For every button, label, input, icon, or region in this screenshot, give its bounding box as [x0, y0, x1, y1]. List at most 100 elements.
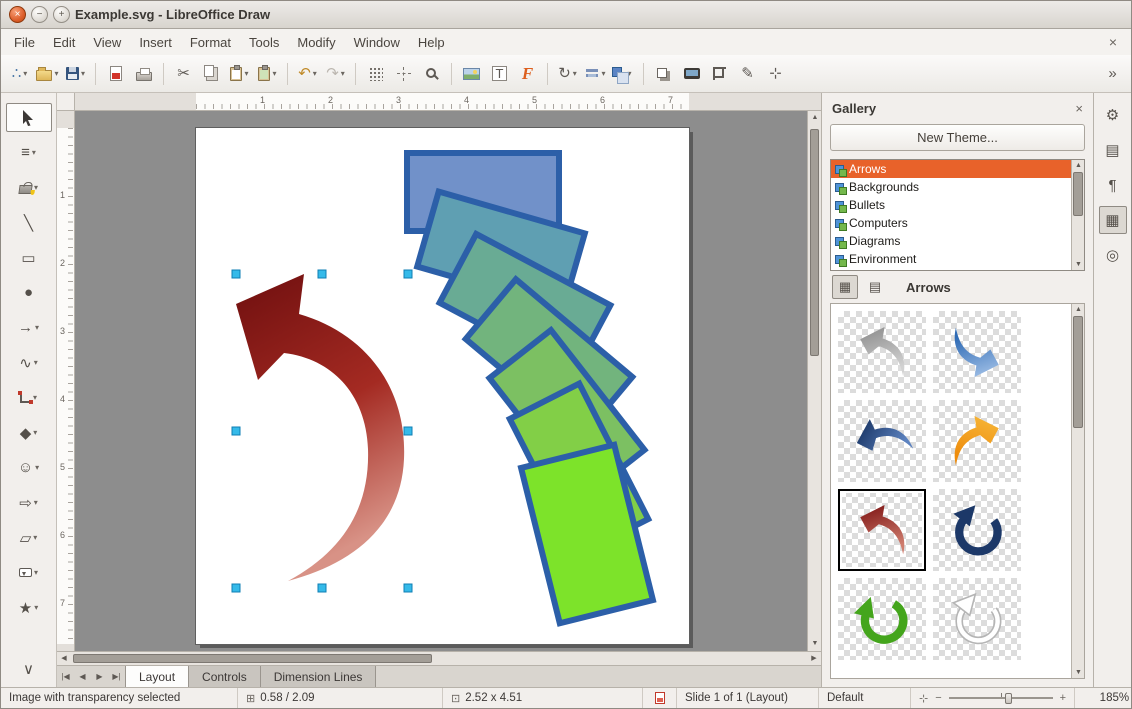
zoom-button[interactable] — [418, 60, 445, 87]
tab-controls[interactable]: Controls — [189, 666, 261, 687]
scroll-up-icon[interactable]: ▲ — [1072, 304, 1085, 315]
tab-dimension-lines[interactable]: Dimension Lines — [261, 666, 377, 687]
zoom-slider-thumb[interactable] — [1005, 693, 1012, 704]
window-close-button[interactable]: × — [9, 6, 26, 23]
menu-tools[interactable]: Tools — [240, 31, 288, 54]
basic-shapes-tool[interactable]: ◆ ▾ — [6, 418, 52, 447]
copy-button[interactable] — [198, 60, 225, 87]
selection-handle[interactable] — [404, 584, 412, 592]
redo-button[interactable]: ↷ ▾ — [322, 60, 349, 87]
drawing-workarea[interactable] — [75, 111, 807, 651]
zoom-in-button[interactable]: + — [1060, 692, 1066, 704]
theme-item-computers[interactable]: Computers — [831, 214, 1084, 232]
scroll-down-icon[interactable]: ▼ — [1072, 259, 1085, 270]
horizontal-scroll-thumb[interactable] — [73, 654, 432, 663]
gallery-item-curved-arrow-red[interactable] — [838, 489, 926, 571]
block-arrows-tool[interactable]: ⇨ ▾ — [6, 488, 52, 517]
save-button[interactable]: ▾ — [62, 60, 89, 87]
detail-view-toggle[interactable]: ▤ — [862, 275, 888, 299]
gallery-item-circle-arrow-green[interactable] — [838, 578, 926, 660]
glue-points-button[interactable]: ⊹ — [762, 60, 789, 87]
scroll-left-icon[interactable]: ◀ — [57, 652, 71, 666]
theme-item-backgrounds[interactable]: Backgrounds — [831, 178, 1084, 196]
cascade-rect-7[interactable] — [521, 445, 653, 623]
zoom-level-status[interactable]: 185% — [1075, 688, 1132, 708]
selection-handle[interactable] — [232, 270, 240, 278]
menu-edit[interactable]: Edit — [44, 31, 84, 54]
menu-modify[interactable]: Modify — [288, 31, 344, 54]
theme-item-bullets[interactable]: Bullets — [831, 196, 1084, 214]
menu-window[interactable]: Window — [345, 31, 409, 54]
theme-item-diagrams[interactable]: Diagrams — [831, 232, 1084, 250]
zoom-fit-icon[interactable]: ⊹ — [919, 692, 928, 705]
thumbnails-scroll-thumb[interactable] — [1073, 316, 1083, 428]
more-tools-button[interactable]: ∨ — [6, 654, 52, 683]
tab-layout[interactable]: Layout — [125, 666, 189, 687]
clone-formatting-button[interactable]: ▾ — [254, 60, 281, 87]
scroll-up-icon[interactable]: ▲ — [1072, 160, 1085, 171]
styles-icon[interactable]: ¶ — [1099, 171, 1127, 199]
theme-item-environment[interactable]: Environment — [831, 250, 1084, 268]
symbol-shapes-tool[interactable]: ☺ ▾ — [6, 453, 52, 482]
selection-handle[interactable] — [318, 270, 326, 278]
arrange-button[interactable]: ▾ — [610, 60, 637, 87]
display-views-button[interactable] — [678, 60, 705, 87]
selection-handle[interactable] — [318, 584, 326, 592]
rectangle-tool[interactable]: ▭ — [6, 243, 52, 272]
selection-handle[interactable] — [232, 584, 240, 592]
paste-button[interactable]: ▾ — [226, 60, 253, 87]
menu-insert[interactable]: Insert — [130, 31, 181, 54]
display-grid-button[interactable] — [362, 60, 389, 87]
selection-handle[interactable] — [232, 427, 240, 435]
gallery-close-icon[interactable]: × — [1075, 101, 1083, 116]
horizontal-scrollbar[interactable]: ◀ ▶ — [57, 651, 821, 665]
gallery-icon[interactable]: ▦ — [1099, 206, 1127, 234]
menu-view[interactable]: View — [84, 31, 130, 54]
ellipse-tool[interactable]: ● — [6, 278, 52, 307]
theme-item-arrows[interactable]: Arrows — [831, 160, 1084, 178]
rectangle-cascade[interactable] — [407, 153, 653, 623]
export-pdf-button[interactable] — [102, 60, 129, 87]
vertical-scroll-thumb[interactable] — [810, 129, 819, 356]
scroll-up-icon[interactable]: ▲ — [808, 111, 822, 125]
window-minimize-button[interactable]: − — [31, 6, 48, 23]
stars-tool[interactable]: ★ ▾ — [6, 593, 52, 622]
toggle-edit-mode-button[interactable]: ✎ — [734, 60, 761, 87]
line-tool[interactable]: ╲ — [6, 208, 52, 237]
first-layer-button[interactable]: |◀ — [57, 666, 74, 687]
undo-button[interactable]: ↶ ▾ — [294, 60, 321, 87]
shadow-button[interactable] — [650, 60, 677, 87]
lines-and-arrows-tool[interactable]: → ▾ — [6, 313, 52, 342]
insert-image-button[interactable] — [458, 60, 485, 87]
transformations-button[interactable]: ↻ ▾ — [554, 60, 581, 87]
theme-scroll-thumb[interactable] — [1073, 172, 1083, 216]
open-button[interactable]: ▾ — [34, 60, 61, 87]
gallery-item-curved-arrow-gray[interactable] — [838, 311, 926, 393]
thumbnails-scrollbar[interactable]: ▲ ▼ — [1071, 304, 1084, 678]
selection-handle[interactable] — [404, 427, 412, 435]
cut-button[interactable]: ✂ — [170, 60, 197, 87]
navigator-icon[interactable]: ◎ — [1099, 241, 1127, 269]
scroll-down-icon[interactable]: ▼ — [1072, 667, 1085, 678]
close-document-button[interactable]: × — [1099, 34, 1127, 50]
sidebar-settings-icon[interactable]: ⚙ — [1099, 101, 1127, 129]
slide-page[interactable] — [196, 128, 689, 644]
connector-tool[interactable]: ▾ — [6, 383, 52, 412]
gallery-item-arrow-orange[interactable] — [933, 400, 1021, 482]
zoom-out-button[interactable]: − — [935, 692, 941, 704]
next-layer-button[interactable]: ▶ — [91, 666, 108, 687]
menu-help[interactable]: Help — [409, 31, 454, 54]
red-curved-arrow[interactable] — [236, 274, 404, 581]
menu-file[interactable]: File — [5, 31, 44, 54]
window-maximize-button[interactable]: + — [53, 6, 70, 23]
gallery-item-circle-arrow-dark-blue[interactable] — [933, 489, 1021, 571]
zoom-slider[interactable] — [949, 692, 1053, 704]
menu-format[interactable]: Format — [181, 31, 240, 54]
toolbar-overflow-button[interactable]: » — [1099, 60, 1126, 87]
callouts-tool[interactable]: ▾ — [6, 558, 52, 587]
new-theme-button[interactable]: New Theme... — [830, 124, 1085, 151]
gallery-item-curved-arrow-blue[interactable] — [933, 311, 1021, 393]
edit-points-button[interactable]: ∴ ▾ — [6, 60, 33, 87]
flowchart-tool[interactable]: ▱ ▾ — [6, 523, 52, 552]
insert-text-box-button[interactable]: T — [486, 60, 513, 87]
